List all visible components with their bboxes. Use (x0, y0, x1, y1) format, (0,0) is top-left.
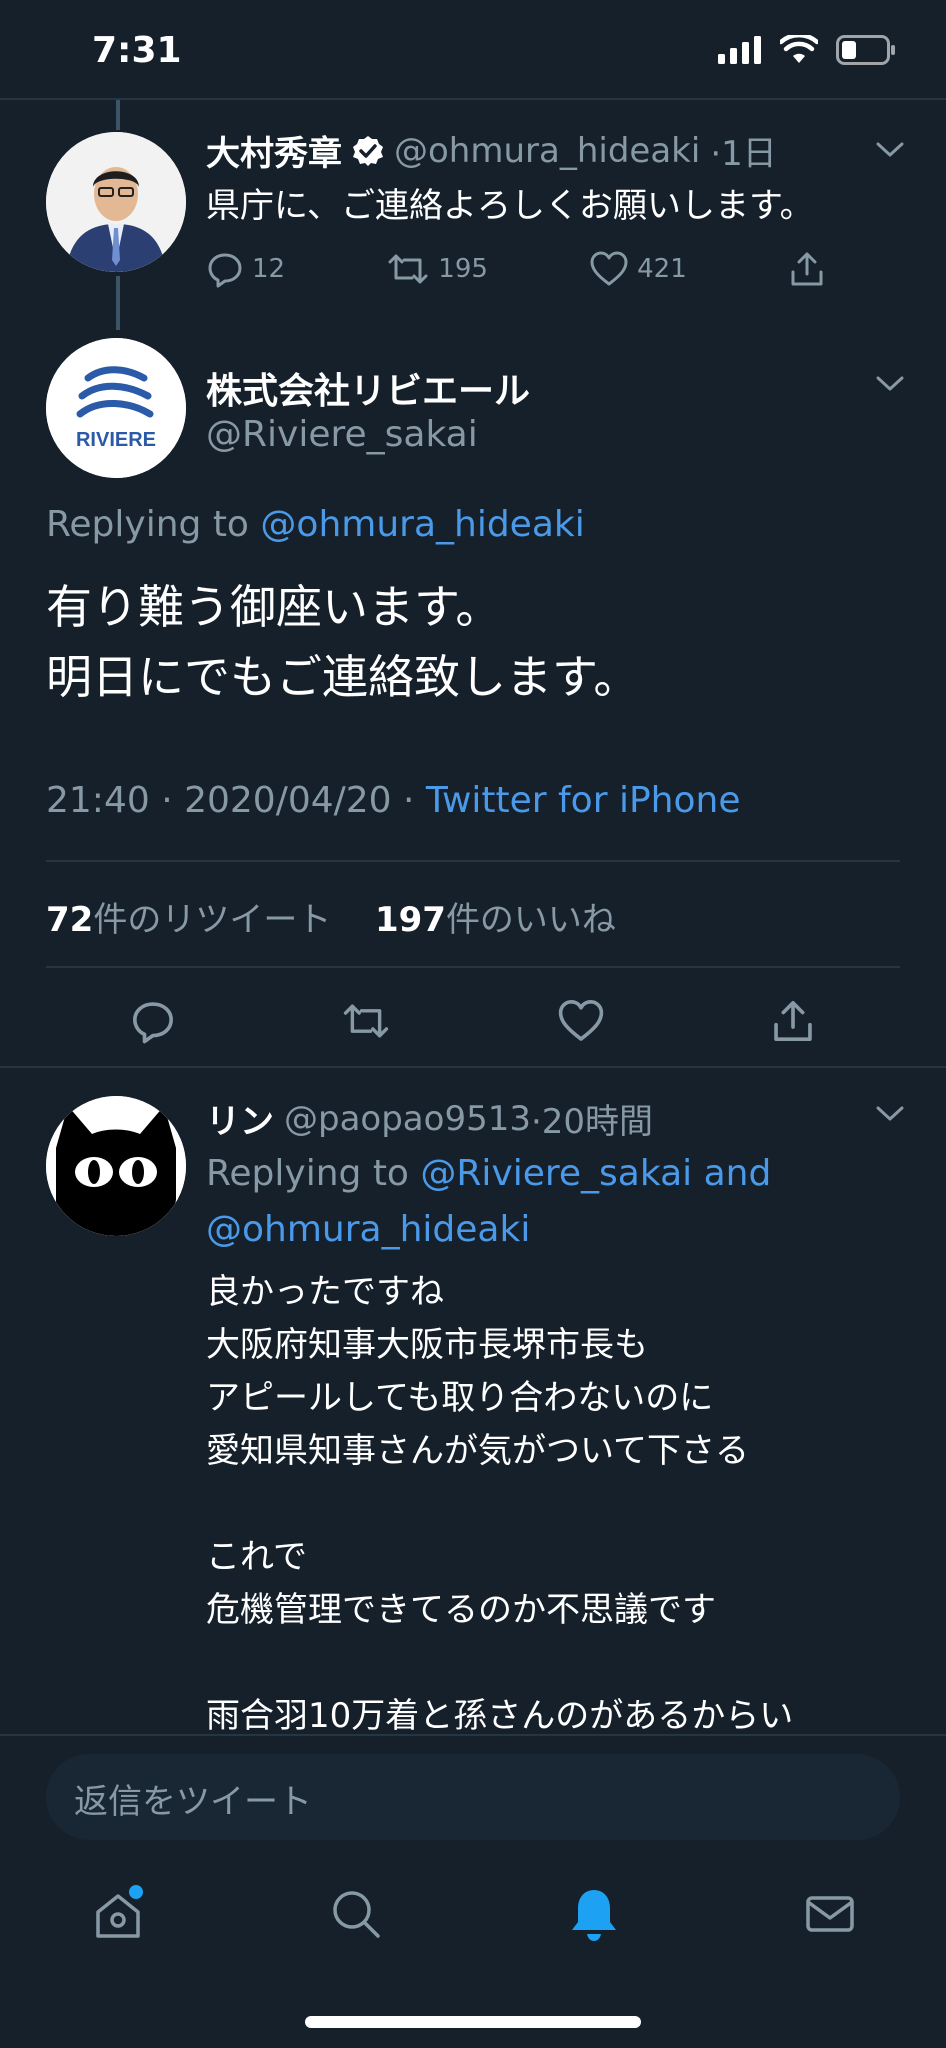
main-tweet-actions (130, 998, 816, 1044)
main-tweet-text: 有り難う御座います。 明日にでもご連絡致します。 (46, 572, 639, 712)
tweet-meta: 21:40 · 2020/04/20 · Twitter for iPhone (46, 780, 740, 821)
reply-tweet-text: 良かったですね 大阪府知事大阪市長堺市長も アピールしても取り合わないのに 愛知… (206, 1272, 794, 1736)
chevron-down-icon[interactable] (875, 140, 905, 160)
share-icon (791, 252, 823, 286)
reply-input-placeholder: 返信をツイート (74, 1782, 312, 1822)
likes-stat-count: 197 (374, 900, 446, 940)
search-icon[interactable] (326, 1884, 386, 1944)
replying-and: and (703, 1153, 772, 1194)
retweet-icon[interactable] (341, 998, 391, 1044)
retweets-stat-label: 件のリツイート (93, 900, 332, 940)
replying-prefix: Replying to (46, 504, 249, 545)
like-action[interactable]: 421 (589, 250, 687, 288)
tweet-stats: 72件のリツイート 197件のいいね (46, 892, 616, 941)
parent-tweet-actions: 12 195 421 (206, 250, 826, 288)
heart-icon (590, 251, 628, 286)
author-handle[interactable]: @ohmura_hideaki (394, 131, 700, 171)
messages-icon[interactable] (800, 1884, 860, 1944)
reply-action[interactable]: 12 (206, 250, 285, 288)
tweet-timestamp: 21:40 · 2020/04/20 · (46, 780, 426, 821)
chevron-down-icon[interactable] (875, 1104, 905, 1124)
person-avatar-icon (46, 132, 186, 272)
author-name[interactable]: 大村秀章 (206, 126, 342, 175)
reply-replying-prefix: Replying to (206, 1153, 409, 1194)
stats-divider (46, 966, 900, 968)
likes-stat[interactable]: 197件のいいね (375, 900, 616, 940)
like-count: 421 (637, 254, 687, 284)
reply-author-handle[interactable]: @paopao9513 (284, 1099, 531, 1139)
home-indicator (305, 2016, 641, 2028)
main-tweet-line-1: 有り難う御座います。 (46, 580, 502, 634)
main-tweet-line-2: 明日にでもご連絡致します。 (46, 650, 640, 704)
notifications-icon[interactable] (564, 1884, 624, 1944)
replying-to-line: Replying to @ohmura_hideaki (46, 504, 585, 545)
status-icons (718, 32, 896, 68)
reply-icon (208, 253, 242, 288)
thread-line-bottom (116, 276, 120, 330)
reply-tweet-header: リン @paopao9513 ·20時間 (206, 1094, 653, 1143)
replying-to-link[interactable]: @ohmura_hideaki (260, 504, 584, 545)
tweet-source-link[interactable]: Twitter for iPhone (426, 780, 741, 821)
share-action[interactable] (788, 250, 826, 288)
retweet-action[interactable]: 195 (386, 250, 488, 288)
ohmura-avatar[interactable] (46, 132, 186, 272)
reply-tweet-time: ·20時間 (530, 1102, 654, 1142)
meta-divider (46, 860, 900, 862)
header-divider (0, 98, 946, 100)
replying-to-riviere-link[interactable]: @Riviere_sakai (420, 1153, 692, 1194)
black-cat-avatar-icon (46, 1096, 186, 1236)
likes-stat-label: 件のいいね (445, 900, 616, 940)
wifi-icon (780, 35, 818, 63)
tweet-time: ·1日 (710, 134, 777, 174)
rin-avatar[interactable] (46, 1096, 186, 1236)
heart-icon[interactable] (557, 998, 605, 1044)
reply-count: 12 (252, 254, 286, 284)
parent-tweet-text: 県庁に、ご連絡よろしくお願いします。 (206, 186, 814, 226)
replying-to-ohmura-link[interactable]: @ohmura_hideaki (206, 1209, 530, 1250)
main-author-name[interactable]: 株式会社リビエール (206, 362, 530, 414)
reply-replying-to: Replying to @Riviere_sakai and @ohmura_h… (206, 1146, 886, 1258)
parent-tweet-header: 大村秀章 @ohmura_hideaki ·1日 (206, 126, 777, 175)
verified-badge-icon (353, 135, 383, 166)
status-time: 7:31 (92, 30, 182, 71)
home-icon[interactable] (88, 1884, 148, 1944)
retweet-count: 195 (438, 254, 488, 284)
retweet-icon (388, 254, 428, 284)
share-icon[interactable] (770, 998, 816, 1044)
riviere-avatar[interactable]: RIVIERE (46, 338, 186, 478)
thread-line-top (116, 100, 120, 130)
bottom-bar-divider (0, 1734, 946, 1736)
reply-author-name[interactable]: リン (206, 1094, 274, 1143)
chevron-down-icon[interactable] (875, 374, 905, 394)
tweet-divider (0, 1066, 946, 1068)
reply-input[interactable]: 返信をツイート (46, 1754, 900, 1840)
avatar-logo-text: RIVIERE (76, 429, 156, 451)
reply-icon[interactable] (130, 998, 176, 1044)
riviere-logo-icon: RIVIERE (46, 338, 186, 478)
home-notification-dot (129, 1885, 143, 1899)
cellular-signal-icon (718, 36, 761, 64)
retweets-stat[interactable]: 72件のリツイート (46, 900, 331, 940)
battery-icon (836, 35, 895, 65)
main-author-handle[interactable]: @Riviere_sakai (206, 414, 478, 455)
retweets-stat-count: 72 (46, 900, 94, 940)
